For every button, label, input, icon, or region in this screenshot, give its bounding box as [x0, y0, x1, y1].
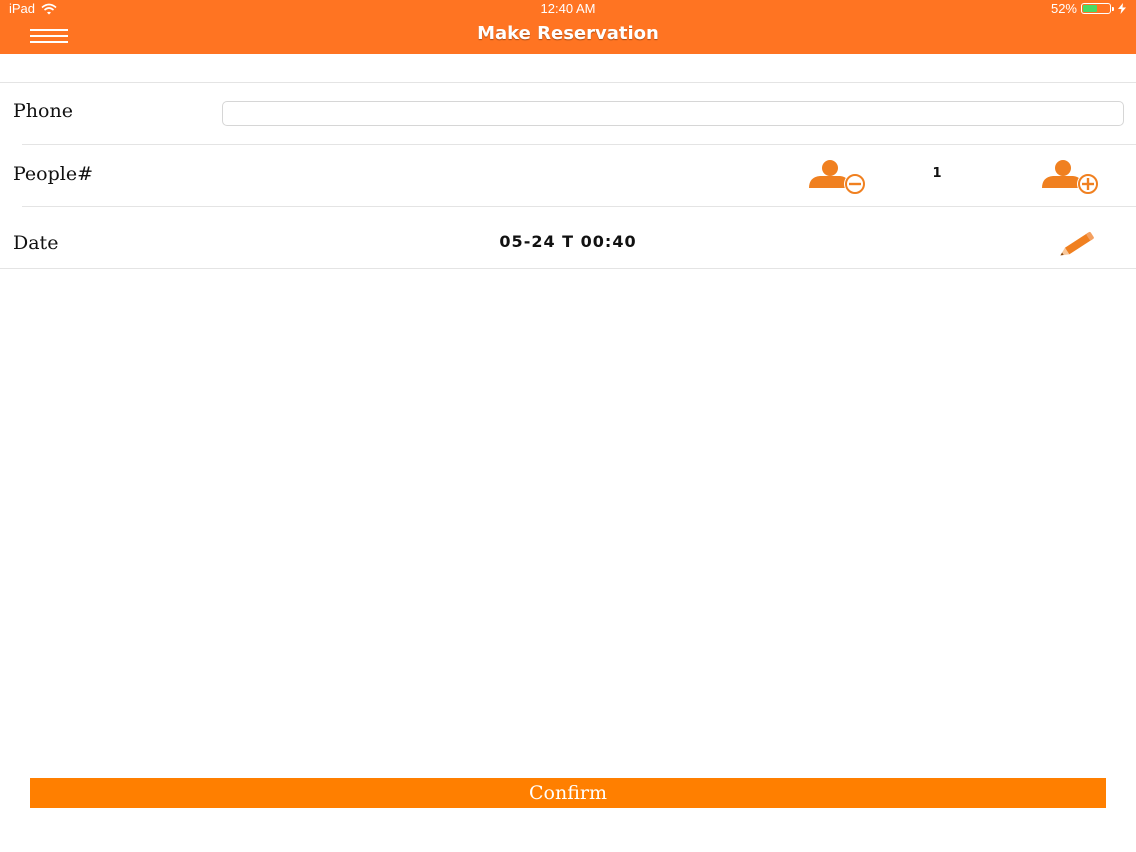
people-decrement-button[interactable] — [808, 158, 872, 195]
status-right: 52% — [1051, 1, 1126, 16]
person-minus-icon — [809, 160, 866, 195]
edit-date-button[interactable] — [1054, 229, 1102, 259]
people-divider — [22, 206, 1136, 207]
date-label: Date — [13, 232, 59, 254]
people-increment-button[interactable] — [1041, 158, 1105, 195]
phone-input[interactable] — [222, 101, 1124, 126]
confirm-button[interactable]: Confirm — [30, 778, 1106, 808]
date-value: 05-24 T 00:40 — [499, 232, 637, 251]
battery-level — [1083, 5, 1097, 12]
status-bar: iPad 12:40 AM 52% — [0, 0, 1136, 18]
pencil-icon — [1060, 231, 1094, 256]
status-time: 12:40 AM — [540, 1, 596, 16]
person-plus-icon — [1042, 160, 1099, 195]
phone-divider — [22, 144, 1136, 145]
top-divider — [0, 82, 1136, 83]
phone-label: Phone — [13, 100, 73, 122]
navigation-bar: Make Reservation — [0, 18, 1136, 54]
page-title: Make Reservation — [477, 23, 659, 44]
charging-bolt-icon — [1118, 3, 1126, 14]
battery-icon — [1081, 3, 1114, 14]
battery-tip — [1112, 7, 1114, 11]
date-divider — [0, 268, 1136, 269]
battery-percent: 52% — [1050, 1, 1077, 16]
people-count: 1 — [932, 166, 942, 181]
people-label: People# — [13, 163, 94, 185]
